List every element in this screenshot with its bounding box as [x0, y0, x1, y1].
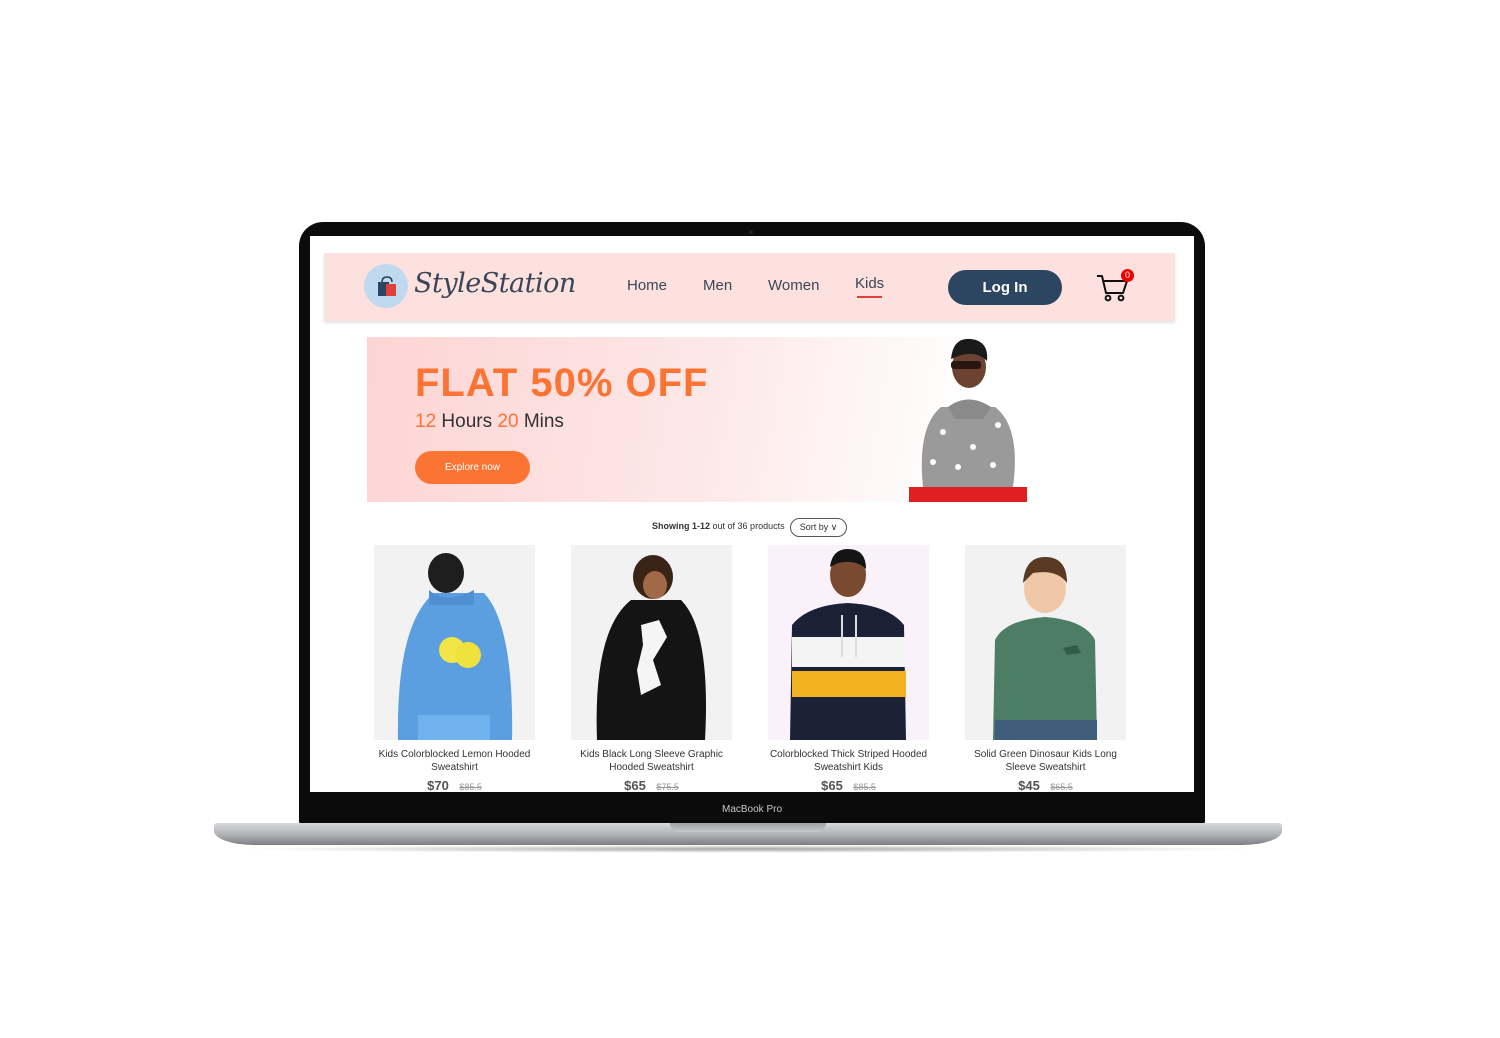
logo[interactable] — [364, 264, 408, 308]
screen: StyleStation Home Men Women Kids Log In … — [310, 236, 1194, 792]
countdown-mins-label: Mins — [523, 411, 564, 432]
product-price: $70 $85.5 — [374, 777, 535, 792]
product-name[interactable]: Colorblocked Thick Striped Hooded Sweats… — [768, 748, 929, 774]
login-button[interactable]: Log In — [948, 270, 1062, 305]
nav-women[interactable]: Women — [768, 277, 819, 294]
current-price: $70 — [427, 778, 449, 792]
camera-dot — [749, 230, 753, 234]
product-card[interactable]: Colorblocked Thick Striped Hooded Sweats… — [768, 545, 929, 792]
original-price: $65.5 — [1050, 782, 1073, 792]
shopping-bag-icon — [378, 276, 396, 296]
current-price: $65 — [821, 778, 843, 792]
product-price: $45 $65.5 — [965, 777, 1126, 792]
cart-count-badge: 0 — [1121, 269, 1134, 282]
original-price: $85.5 — [459, 782, 482, 792]
sort-label: Sort by — [799, 522, 829, 532]
current-price: $45 — [1018, 778, 1040, 792]
product-name[interactable]: Kids Black Long Sleeve Graphic Hooded Sw… — [571, 748, 732, 774]
product-name[interactable]: Solid Green Dinosaur Kids Long Sleeve Sw… — [965, 748, 1126, 774]
product-card[interactable]: Kids Colorblocked Lemon Hooded Sweatshir… — [374, 545, 535, 792]
product-name[interactable]: Kids Colorblocked Lemon Hooded Sweatshir… — [374, 748, 535, 774]
banner-title: FLAT 50% OFF — [415, 361, 709, 405]
device-label: MacBook Pro — [721, 804, 783, 815]
active-nav-underline — [857, 296, 882, 298]
product-card[interactable]: Kids Black Long Sleeve Graphic Hooded Sw… — [571, 545, 732, 792]
navbar: StyleStation Home Men Women Kids Log In … — [324, 253, 1175, 321]
nav-men[interactable]: Men — [703, 277, 732, 294]
promo-banner: FLAT 50% OFF 12 Hours 20 Mins Explore no… — [367, 337, 1131, 502]
original-price: $75.5 — [656, 782, 679, 792]
countdown-mins: 20 — [497, 411, 519, 432]
nav-kids[interactable]: Kids — [855, 275, 884, 292]
product-price: $65 $75.5 — [571, 777, 732, 792]
sort-dropdown[interactable]: Sort by ∨ — [790, 518, 847, 537]
product-image[interactable] — [768, 545, 929, 740]
current-price: $65 — [624, 778, 646, 792]
laptop-shadow — [240, 845, 1260, 853]
product-card[interactable]: Solid Green Dinosaur Kids Long Sleeve Sw… — [965, 545, 1126, 792]
explore-now-button[interactable]: Explore now — [415, 451, 530, 484]
original-price: $85.5 — [853, 782, 876, 792]
product-image[interactable] — [571, 545, 732, 740]
product-image[interactable] — [965, 545, 1126, 740]
countdown-hours: 12 — [415, 411, 437, 432]
listing-total: out of 36 products — [712, 521, 785, 531]
banner-model-image — [909, 338, 1027, 502]
nav-home[interactable]: Home — [627, 277, 667, 294]
listing-summary: Showing 1-12 out of 36 products — [652, 521, 785, 531]
product-image[interactable] — [374, 545, 535, 740]
countdown-hours-label: Hours — [441, 411, 493, 432]
brand-name[interactable]: StyleStation — [414, 268, 576, 299]
laptop-notch — [670, 823, 826, 832]
listing-range: Showing 1-12 — [652, 521, 711, 531]
chevron-down-icon: ∨ — [830, 522, 838, 532]
product-price: $65 $85.5 — [768, 777, 929, 792]
banner-countdown: 12 Hours 20 Mins — [415, 411, 564, 433]
